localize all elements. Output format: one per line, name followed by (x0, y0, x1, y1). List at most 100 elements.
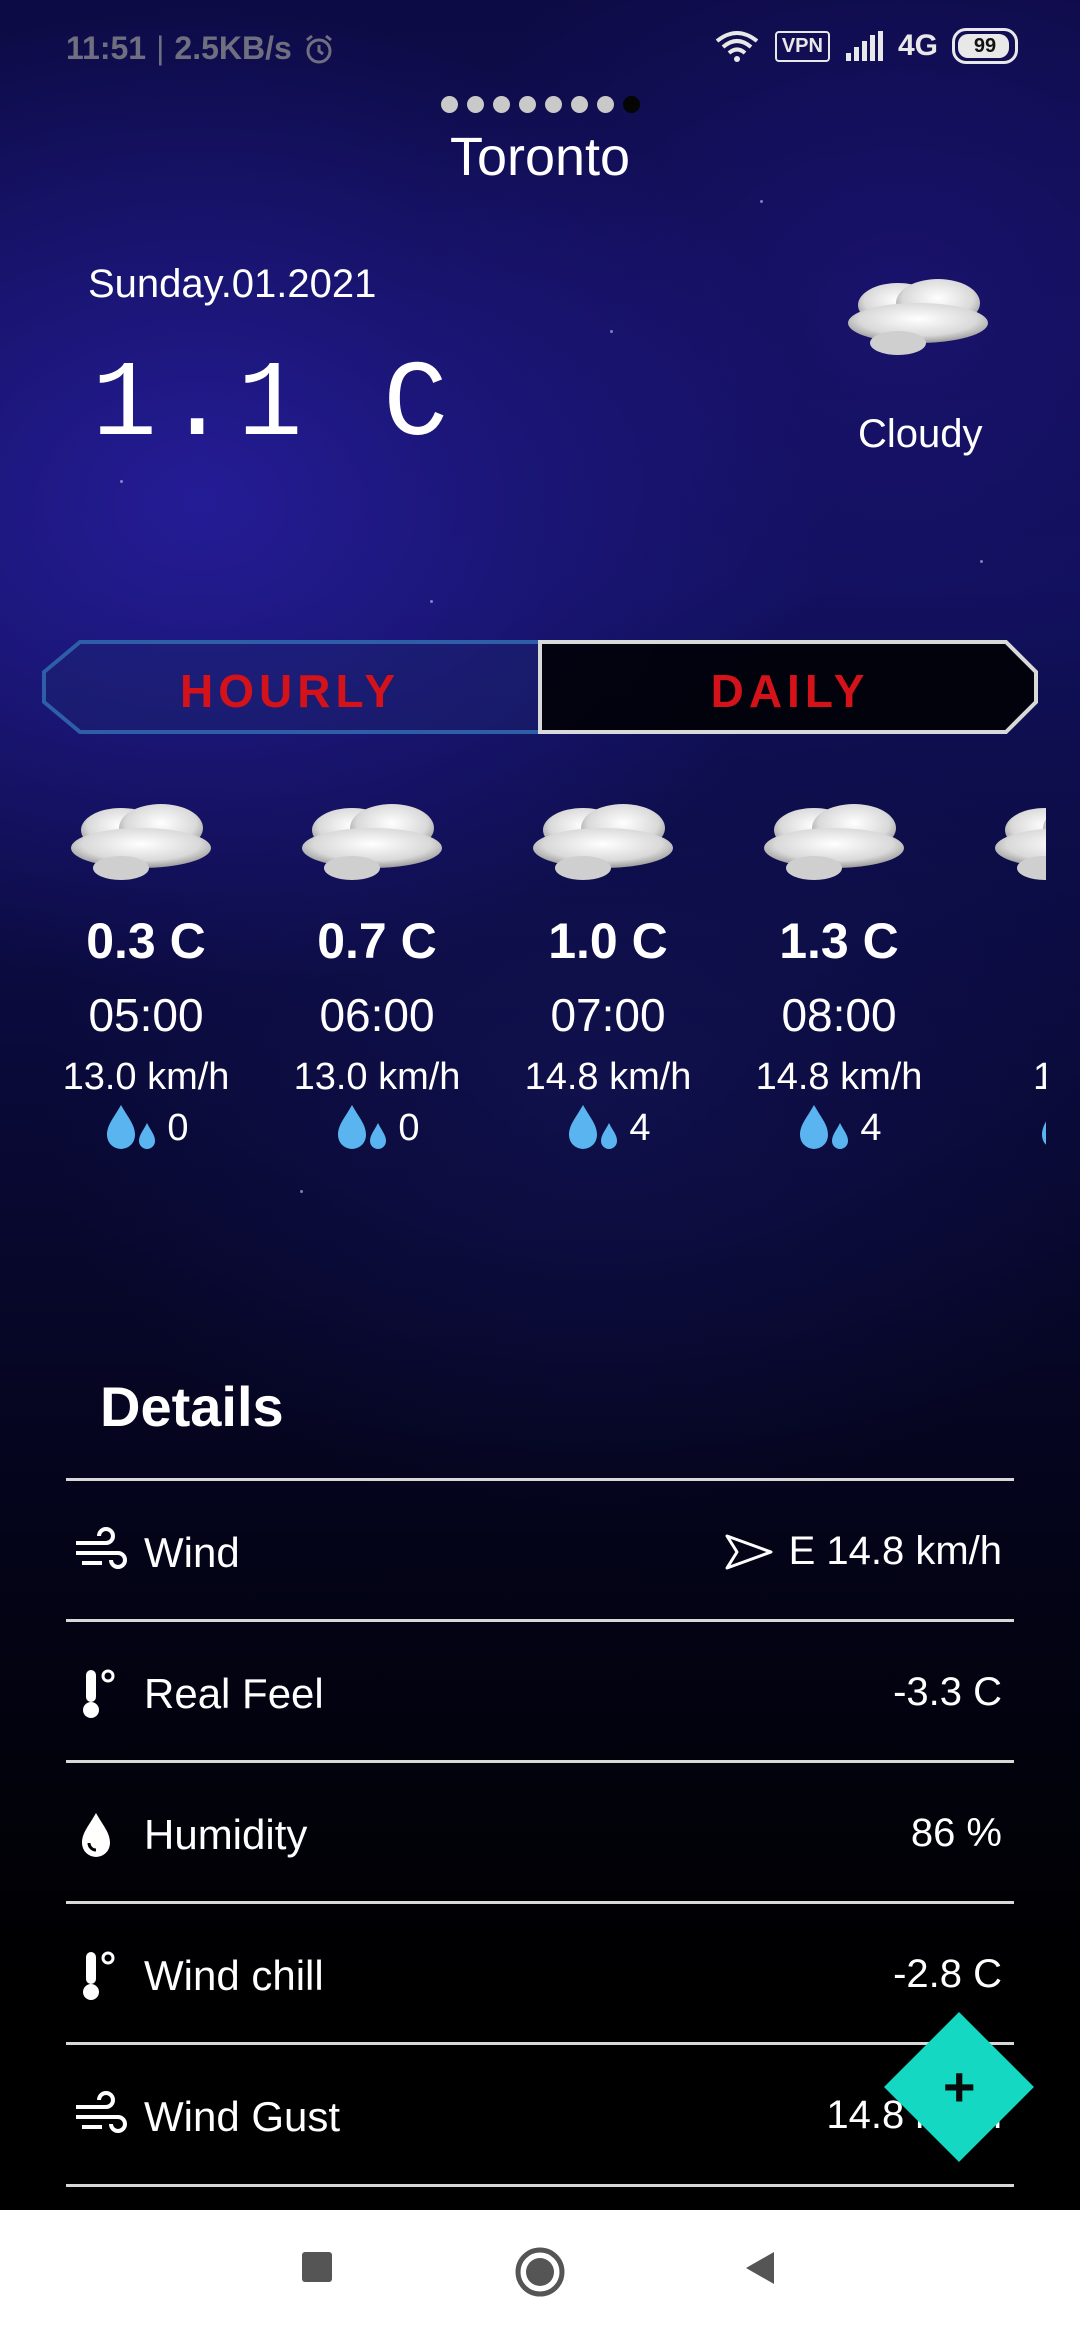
hourly-item[interactable]: 0.7 C 06:00 13.0 km/h 0 (261, 790, 493, 1153)
background-star (760, 200, 763, 203)
home-button[interactable] (514, 2246, 566, 2298)
humidity-drop-icon (82, 1813, 110, 1857)
page-dot[interactable] (596, 96, 614, 113)
cloud-icon (764, 804, 904, 880)
hourly-precipitation: 0 (261, 1103, 493, 1153)
hourly-time: 09 (954, 988, 1046, 1042)
page-dot[interactable] (440, 96, 458, 113)
detail-value: 86 % (910, 1811, 1002, 1855)
battery-icon: 99 (952, 28, 1018, 64)
background-star (120, 480, 123, 483)
cloud-icon (848, 279, 988, 355)
hourly-precipitation: 0 (30, 1103, 262, 1153)
navigation-bar (0, 2210, 1080, 2340)
background-star (980, 560, 983, 563)
back-button[interactable] (742, 2250, 778, 2286)
detail-label: Wind chill (144, 1952, 324, 1999)
hourly-forecast-list[interactable]: 0.3 C 05:00 13.0 km/h 0 0.7 C 06:00 13.0 km/h 0… (0, 790, 1046, 1230)
hourly-wind-speed: 14.8 km/h (755, 1056, 923, 1098)
hourly-item[interactable]: 1. 09 16.7 (954, 790, 1046, 1153)
status-right: VPN 4G 99 (713, 28, 1018, 64)
precipitation-icon (800, 1105, 849, 1149)
detail-value-wrap: -3.3 C (893, 1670, 1002, 1715)
wind-icon (76, 2091, 127, 2133)
detail-label: Real Feel (144, 1670, 324, 1717)
page-dot[interactable] (570, 96, 588, 113)
cloud-icon (533, 804, 673, 880)
detail-value: -2.8 C (893, 1952, 1002, 1996)
hourly-temperature: 1. (954, 912, 1046, 970)
hourly-time: 07:00 (550, 989, 666, 1041)
hourly-item[interactable]: 0.3 C 05:00 13.0 km/h 0 (30, 790, 262, 1153)
forecast-tabs: HOURLY DAILY (40, 638, 1040, 738)
page-dot[interactable] (466, 96, 484, 113)
status-bar: 11:51 | 2.5KB/s VPN 4G 99 (0, 0, 1080, 100)
hourly-wind-speed: 16.7 (1033, 1056, 1046, 1098)
hourly-time: 08:00 (781, 989, 897, 1041)
details-title: Details (100, 1375, 284, 1438)
thermometer-icon (83, 1951, 115, 2000)
weather-screen: 11:51 | 2.5KB/s VPN 4G 99 Toronto Sunday… (0, 0, 1080, 2340)
precipitation-icon (1042, 1121, 1046, 1145)
hourly-precipitation (954, 1103, 1046, 1153)
details-divider (66, 2184, 1014, 2187)
precipitation-icon (107, 1105, 156, 1149)
recent-apps-button[interactable] (300, 2250, 334, 2284)
cloud-icon (302, 804, 442, 880)
hourly-precipitation-value: 4 (860, 1106, 882, 1149)
vpn-badge: VPN (774, 30, 830, 62)
detail-label: Wind (144, 1529, 240, 1576)
hourly-precipitation: 4 (723, 1103, 955, 1153)
wifi-icon (715, 31, 759, 62)
current-date: Sunday.01.2021 (88, 262, 377, 306)
page-indicator (0, 96, 1080, 113)
page-dot[interactable] (622, 96, 640, 113)
detail-value-wrap: 86 % (911, 1811, 1002, 1856)
network-type: 4G (897, 29, 938, 62)
hourly-precipitation: 4 (492, 1103, 724, 1153)
hourly-temperature: 1.3 C (779, 913, 899, 969)
page-dot[interactable] (518, 96, 536, 113)
hourly-wind-speed: 14.8 km/h (524, 1056, 692, 1098)
hourly-precipitation-value: 4 (629, 1106, 651, 1149)
wind-direction-icon (725, 1534, 773, 1569)
battery-level: 99 (973, 34, 997, 57)
page-dot[interactable] (544, 96, 562, 113)
detail-label: Wind Gust (144, 2093, 341, 2140)
hourly-time: 05:00 (88, 989, 204, 1041)
status-separator: | (156, 30, 165, 66)
hourly-precipitation-value: 0 (167, 1106, 189, 1149)
alarm-icon (305, 34, 332, 63)
detail-label: Humidity (144, 1811, 308, 1858)
detail-row: Wind chill -2.8 C (66, 1901, 1014, 2044)
detail-value-wrap: E 14.8 km/h (723, 1529, 1002, 1574)
plus-icon: + (942, 2054, 976, 2118)
page-dot[interactable] (492, 96, 510, 113)
detail-row: Real Feel -3.3 C (66, 1619, 1014, 1762)
hourly-temperature: 0.7 C (317, 913, 437, 969)
signal-icon (845, 31, 883, 61)
cloud-icon (995, 808, 1046, 880)
current-temperature: 1.1 C (92, 345, 457, 467)
tab-hourly[interactable]: HOURLY (40, 664, 540, 718)
detail-value-wrap: -2.8 C (893, 1952, 1002, 1997)
detail-row: Wind Gust14.8 km/h (66, 2042, 1014, 2185)
tab-daily[interactable]: DAILY (540, 664, 1040, 718)
city-name[interactable]: Toronto (0, 126, 1080, 188)
hourly-temperature: 0.3 C (86, 913, 206, 969)
hourly-temperature: 1.0 C (548, 913, 668, 969)
thermometer-icon (83, 1669, 115, 1718)
background-star (430, 600, 433, 603)
status-time: 11:51 (66, 30, 147, 66)
hourly-wind-speed: 13.0 km/h (62, 1056, 230, 1098)
hourly-item[interactable]: 1.0 C 07:00 14.8 km/h 4 (492, 790, 724, 1153)
current-condition: Cloudy (858, 412, 983, 456)
hourly-precipitation-value: 0 (398, 1106, 420, 1149)
precipitation-icon (569, 1105, 618, 1149)
hourly-wind-speed: 13.0 km/h (293, 1056, 461, 1098)
status-left: 11:51 | 2.5KB/s (66, 30, 336, 67)
hourly-item[interactable]: 1.3 C 08:00 14.8 km/h 4 (723, 790, 955, 1153)
background-star (610, 330, 613, 333)
precipitation-icon (338, 1105, 387, 1149)
detail-row: Wind E 14.8 km/h (66, 1478, 1014, 1621)
